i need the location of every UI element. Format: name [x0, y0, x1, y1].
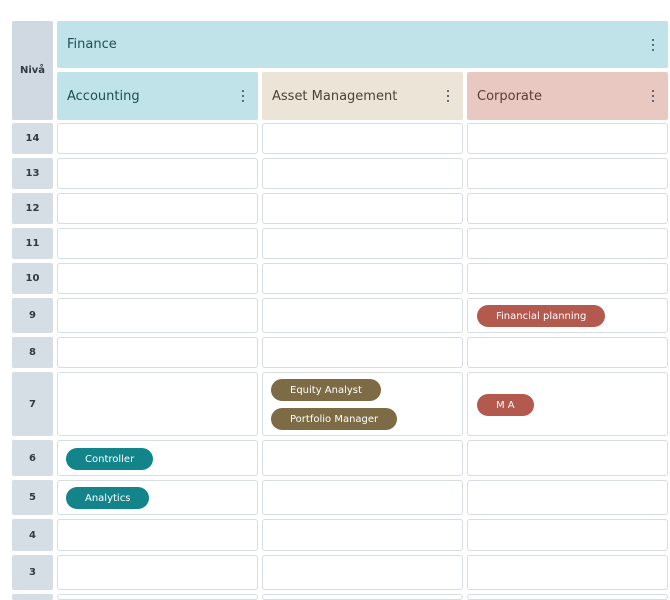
grid-cell[interactable] [467, 123, 668, 154]
grid-cell[interactable] [262, 193, 463, 224]
role-chip-label: Financial planning [496, 310, 587, 322]
level-label: 8 [12, 337, 53, 368]
grid-cell[interactable] [57, 298, 258, 333]
level-label: 7 [12, 372, 53, 436]
level-label: 12 [12, 193, 53, 224]
level-number: 6 [29, 452, 36, 464]
level-number: 14 [25, 133, 40, 144]
grid-cell[interactable]: Analytics [57, 480, 258, 515]
level-label: 5 [12, 480, 53, 515]
grid-cell[interactable]: M A [467, 372, 668, 436]
subfamily-header-corporate[interactable]: Corporate [467, 72, 668, 120]
more-options-icon[interactable] [443, 89, 453, 103]
grid-cell[interactable] [57, 263, 258, 294]
level-number: 5 [29, 492, 36, 503]
grid-cell[interactable] [467, 158, 668, 189]
level-number: 9 [29, 310, 36, 321]
grid-cell[interactable] [262, 337, 463, 368]
level-number: 12 [25, 203, 40, 214]
grid-cell[interactable] [57, 372, 258, 436]
level-label: 14 [12, 123, 53, 154]
level-number: 3 [29, 567, 36, 578]
level-label: 6 [12, 440, 53, 476]
grid-cell[interactable]: Financial planning [467, 298, 668, 333]
grid-cell[interactable] [57, 555, 258, 590]
grid-cell[interactable] [57, 193, 258, 224]
level-label: 11 [12, 228, 53, 259]
level-label: 13 [12, 158, 53, 189]
grid-cell[interactable] [57, 337, 258, 368]
grid-cell[interactable] [467, 440, 668, 476]
level-label: 4 [12, 519, 53, 551]
grid-cell[interactable] [57, 158, 258, 189]
more-options-icon[interactable] [648, 38, 658, 52]
level-label: 10 [12, 263, 53, 294]
level-number: 8 [29, 347, 36, 358]
role-chip-label: Controller [85, 453, 135, 465]
grid-cell[interactable] [262, 555, 463, 590]
grid-cell[interactable] [467, 555, 668, 590]
grid-cell[interactable] [262, 519, 463, 551]
grid-cell[interactable] [467, 193, 668, 224]
role-chip-m-a[interactable]: M A [477, 394, 534, 416]
grid-cell[interactable] [262, 263, 463, 294]
grid-cell[interactable] [57, 594, 258, 600]
role-chip-label: Analytics [85, 492, 131, 504]
grid-cell[interactable] [467, 480, 668, 515]
grid-cell[interactable] [467, 594, 668, 600]
more-options-icon[interactable] [238, 89, 248, 103]
level-number: 4 [29, 529, 36, 541]
grid-cell[interactable] [262, 123, 463, 154]
level-number: 7 [29, 398, 36, 410]
role-chip-label: M A [496, 399, 515, 411]
subfamily-label: Asset Management [272, 88, 398, 104]
subfamily-label: Corporate [477, 88, 542, 104]
role-chip-portfolio-manager[interactable]: Portfolio Manager [271, 408, 398, 430]
grid-cell[interactable] [262, 228, 463, 259]
grid-cell[interactable] [467, 263, 668, 294]
grid-cell[interactable]: Equity Analyst Portfolio Manager [262, 372, 463, 436]
level-number: 10 [25, 273, 40, 284]
grid-cell[interactable] [57, 228, 258, 259]
role-chip-equity-analyst[interactable]: Equity Analyst [271, 379, 381, 401]
family-label: Finance [67, 37, 117, 52]
grid-cell[interactable]: Controller [57, 440, 258, 476]
grid-cell[interactable] [262, 298, 463, 333]
grid-cell[interactable] [467, 228, 668, 259]
role-chip-label: Equity Analyst [290, 384, 362, 396]
level-label: 3 [12, 555, 53, 590]
family-header-finance[interactable]: Finance [57, 21, 668, 68]
grid-cell[interactable] [467, 337, 668, 368]
subfamily-header-accounting[interactable]: Accounting [57, 72, 258, 120]
grid-cell[interactable] [57, 123, 258, 154]
level-label [12, 594, 53, 600]
grid-cell[interactable] [262, 158, 463, 189]
level-column-header: Nivå [12, 21, 53, 120]
role-chip-controller[interactable]: Controller [66, 448, 154, 470]
grid-cell[interactable] [57, 519, 258, 551]
role-chip-financial-planning[interactable]: Financial planning [477, 305, 606, 327]
more-options-icon[interactable] [648, 89, 658, 103]
role-chip-label: Portfolio Manager [290, 413, 379, 425]
grid-cell[interactable] [262, 480, 463, 515]
level-label: 9 [12, 298, 53, 333]
role-chip-analytics[interactable]: Analytics [66, 487, 150, 509]
subfamily-header-asset-management[interactable]: Asset Management [262, 72, 463, 120]
grid-cell[interactable] [262, 594, 463, 600]
level-header-label: Nivå [19, 65, 46, 76]
grid-cell[interactable] [467, 519, 668, 551]
grid-cell[interactable] [262, 440, 463, 476]
level-number: 13 [25, 168, 40, 179]
subfamily-label: Accounting [67, 88, 140, 104]
level-number: 11 [25, 238, 40, 249]
